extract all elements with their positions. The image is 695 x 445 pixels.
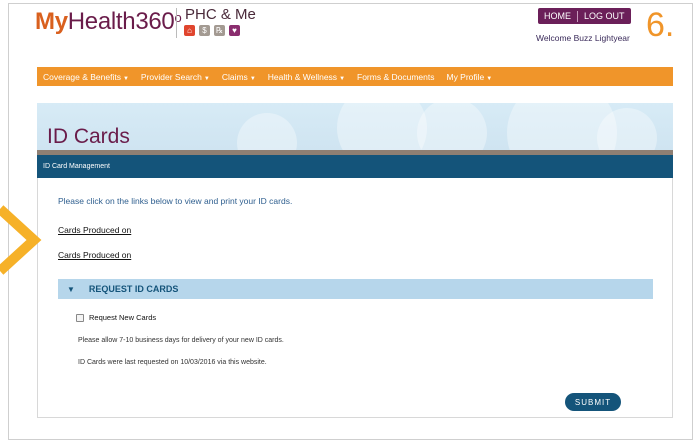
request-new-cards-checkbox[interactable]: [76, 313, 84, 322]
cards-produced-link-2[interactable]: Cards Produced on: [58, 250, 131, 260]
nav-provider-search[interactable]: Provider Search ▼: [135, 72, 216, 82]
submit-button[interactable]: SUBMIT: [565, 393, 621, 411]
caret-down-icon: ▼: [203, 75, 210, 82]
checkbox-label: Request New Cards: [89, 313, 157, 322]
welcome-text: Welcome Buzz Lightyear: [536, 33, 630, 43]
myhealth360-logo[interactable]: MyHealth360o: [35, 8, 182, 36]
nav-health-wellness[interactable]: Health & Wellness ▼: [262, 72, 351, 82]
caret-down-icon: ▼: [339, 75, 346, 82]
delivery-note: Please allow 7-10 business days for deli…: [78, 337, 284, 344]
step-number: 6.: [646, 6, 675, 44]
phc-me-title: PHC & Me: [185, 6, 256, 23]
nav-coverage-benefits[interactable]: Coverage & Benefits ▼: [37, 72, 135, 82]
logo-my: My: [35, 8, 68, 35]
nav-label: Forms & Documents: [357, 71, 435, 82]
dollar-icon[interactable]: $: [199, 25, 210, 36]
cards-produced-link-1[interactable]: Cards Produced on: [58, 225, 131, 235]
home-link[interactable]: HOME: [538, 8, 577, 24]
nav-my-profile[interactable]: My Profile ▼: [440, 72, 498, 82]
last-requested-note: ID Cards were last requested on 10/03/20…: [78, 359, 267, 366]
caret-down-icon: ▼: [122, 75, 129, 82]
caret-down-icon: ▼: [486, 75, 493, 82]
nav-label: Coverage & Benefits: [43, 71, 121, 82]
nav-label: Provider Search: [140, 71, 202, 82]
nav-label: My Profile: [446, 71, 485, 82]
id-card-management-bar: ID Card Management: [37, 155, 673, 178]
request-id-cards-header[interactable]: ▼ REQUEST ID CARDS: [58, 279, 653, 299]
page-banner: [37, 103, 673, 150]
logo-text: Health360: [67, 8, 175, 35]
heart-icon[interactable]: ♥: [229, 25, 240, 36]
nav-forms-documents[interactable]: Forms & Documents: [351, 72, 440, 82]
rx-icon[interactable]: ℞: [214, 25, 225, 36]
request-new-cards-row: Request New Cards: [76, 313, 156, 322]
nav-label: Health & Wellness: [267, 71, 338, 82]
nav-label: Claims: [221, 71, 248, 82]
phc-icons: ⌂ $ ℞ ♥: [184, 25, 240, 36]
nav-claims[interactable]: Claims ▼: [216, 72, 262, 82]
logout-link[interactable]: LOG OUT: [578, 8, 631, 24]
caret-down-icon: ▼: [249, 75, 256, 82]
pointer-arrow-icon: [0, 205, 42, 275]
logo-divider: [176, 8, 177, 38]
page-title: ID Cards: [47, 125, 130, 148]
main-nav: Coverage & Benefits ▼ Provider Search ▼ Cl…: [37, 67, 673, 86]
collapse-triangle-icon: ▼: [67, 284, 75, 294]
instructions-text: Please click on the links below to view …: [58, 196, 293, 206]
house-icon[interactable]: ⌂: [184, 25, 195, 36]
request-header-label: REQUEST ID CARDS: [88, 284, 179, 294]
top-nav: HOME LOG OUT: [538, 8, 631, 24]
